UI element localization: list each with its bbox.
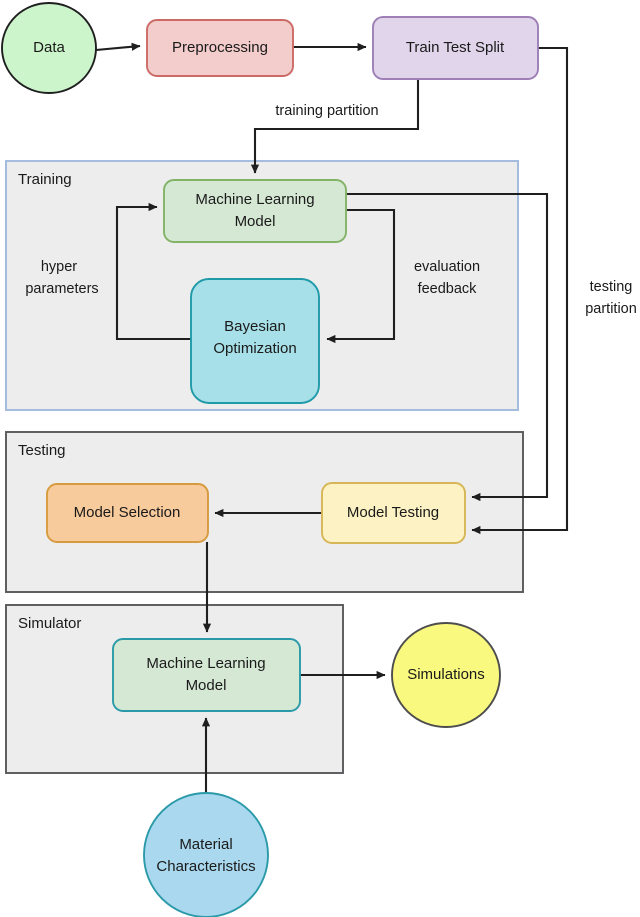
- edge-label-evaluation-feedback-line1: evaluation: [414, 259, 480, 275]
- model-selection-label: Model Selection: [74, 504, 181, 521]
- edge-split-to-ml-model: [250, 79, 420, 174]
- material-characteristics-label-line2: Characteristics: [156, 858, 255, 875]
- node-train-test-split[interactable]: Train Test Split: [372, 16, 539, 80]
- preprocessing-label: Preprocessing: [172, 39, 268, 56]
- flowchart-diagram: Training Testing Simulator training part…: [0, 0, 640, 917]
- edge-label-hyper-parameters-line1: hyper: [41, 259, 77, 275]
- bayesian-optimization-label-line1: Bayesian: [224, 318, 286, 335]
- edge-label-training-partition: training partition: [275, 103, 378, 119]
- model-testing-label: Model Testing: [347, 504, 439, 521]
- node-bayesian-optimization[interactable]: Bayesian Optimization: [190, 278, 320, 404]
- ml-model-training-label-line1: Machine Learning: [195, 191, 314, 208]
- ml-model-simulator-label-line2: Model: [186, 677, 227, 694]
- node-model-testing[interactable]: Model Testing: [321, 482, 466, 544]
- simulator-container-label: Simulator: [18, 615, 81, 632]
- data-label: Data: [33, 39, 65, 56]
- node-material-characteristics[interactable]: Material Characteristics: [143, 792, 269, 917]
- node-preprocessing[interactable]: Preprocessing: [146, 19, 294, 77]
- edge-label-testing-partition-line1: testing: [590, 279, 633, 295]
- ml-model-simulator-label-line1: Machine Learning: [146, 655, 265, 672]
- node-ml-model-training[interactable]: Machine Learning Model: [163, 179, 347, 243]
- bayesian-optimization-label-line2: Optimization: [213, 340, 296, 357]
- edge-label-testing-partition-line2: partition: [585, 301, 637, 317]
- simulations-label: Simulations: [407, 666, 485, 683]
- testing-container-label: Testing: [18, 442, 66, 459]
- node-simulations[interactable]: Simulations: [391, 622, 501, 728]
- edge-data-to-preprocessing: [95, 42, 141, 52]
- ml-model-simulator-rect[interactable]: [112, 638, 301, 712]
- train-test-split-label: Train Test Split: [406, 39, 505, 56]
- node-model-selection[interactable]: Model Selection: [46, 483, 209, 543]
- material-characteristics-label-line1: Material: [179, 836, 232, 853]
- edge-label-evaluation-feedback-line2: feedback: [418, 281, 478, 297]
- material-characteristics-ellipse[interactable]: [143, 792, 269, 917]
- node-data[interactable]: Data: [1, 2, 97, 94]
- ml-model-training-rect[interactable]: [163, 179, 347, 243]
- flowchart-canvas: Training Testing Simulator training part…: [1, 2, 637, 917]
- ml-model-training-label-line2: Model: [235, 213, 276, 230]
- training-container-label: Training: [18, 171, 72, 188]
- node-ml-model-simulator[interactable]: Machine Learning Model: [112, 638, 301, 712]
- edge-label-hyper-parameters-line2: parameters: [25, 281, 98, 297]
